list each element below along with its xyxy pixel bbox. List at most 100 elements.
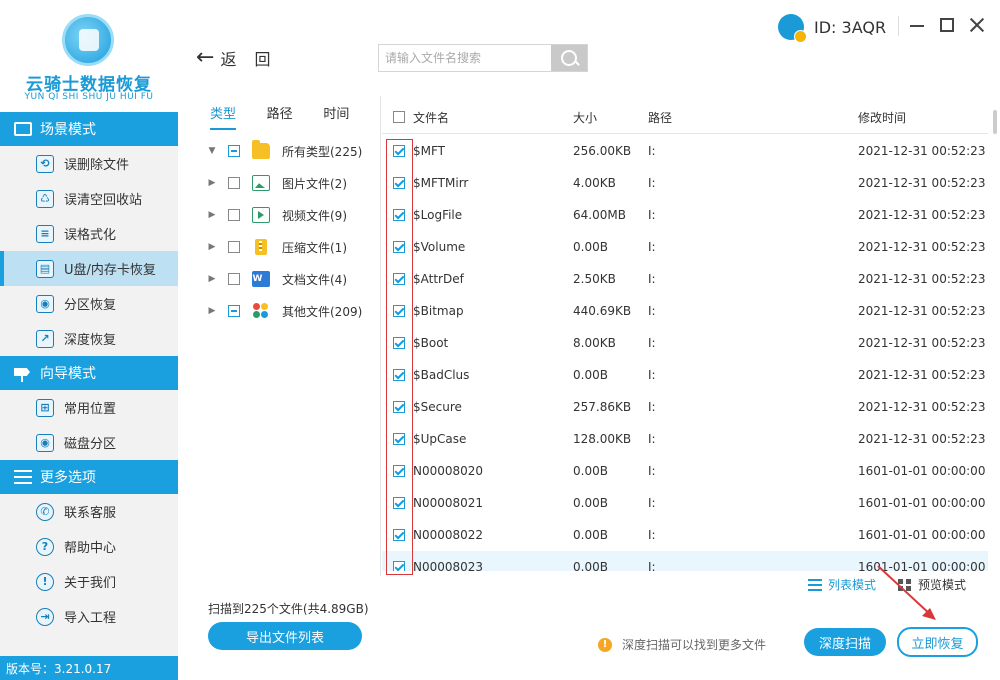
file-name: N00008023 xyxy=(413,560,483,571)
maximize-icon[interactable] xyxy=(936,14,958,36)
expand-arrow-icon[interactable]: ▶ xyxy=(206,242,218,252)
expand-arrow-icon[interactable]: ▶ xyxy=(206,274,218,284)
search-icon[interactable] xyxy=(551,45,587,71)
file-name: N00008022 xyxy=(413,528,483,542)
deep-scan-button[interactable]: 深度扫描 xyxy=(804,628,886,656)
zip-file-icon xyxy=(255,239,267,255)
table-row[interactable]: $Boot8.00KBI:2021-12-31 00:52:23 xyxy=(382,327,988,359)
expand-arrow-icon[interactable]: ▶ xyxy=(206,178,218,188)
tree-tab[interactable]: 类型 xyxy=(210,100,267,132)
header-modified[interactable]: 修改时间 xyxy=(858,109,906,126)
collapse-arrow-icon[interactable]: ▼ xyxy=(206,146,218,156)
header-name[interactable]: 文件名 xyxy=(413,109,449,126)
back-button[interactable]: ← 返回 xyxy=(196,46,288,70)
expand-arrow-icon[interactable]: ▶ xyxy=(206,306,218,316)
app-logo: 云骑士数据恢复 YUN QI SHI SHU JU HUI FU xyxy=(0,0,178,112)
format-icon: ≡ xyxy=(36,225,54,243)
table-row[interactable]: $AttrDef2.50KBI:2021-12-31 00:52:23 xyxy=(382,263,988,295)
sidebar-item[interactable]: ◉分区恢复 xyxy=(0,286,178,321)
table-row[interactable]: N000080220.00BI:1601-01-01 00:00:00 xyxy=(382,519,988,551)
row-checkbox[interactable] xyxy=(393,465,405,477)
table-row[interactable]: $Volume0.00BI:2021-12-31 00:52:23 xyxy=(382,231,988,263)
table-row[interactable]: $MFTMirr4.00KBI:2021-12-31 00:52:23 xyxy=(382,167,988,199)
sidebar: 云骑士数据恢复 YUN QI SHI SHU JU HUI FU 场景模式⟲误删… xyxy=(0,0,178,680)
sidebar-item[interactable]: ♺误清空回收站 xyxy=(0,181,178,216)
file-modified: 2021-12-31 00:52:23 xyxy=(858,336,985,350)
file-name: N00008021 xyxy=(413,496,483,510)
row-checkbox[interactable] xyxy=(393,369,405,381)
back-arrow-icon: ← xyxy=(196,48,214,68)
search-input[interactable] xyxy=(379,45,551,71)
usb-card-icon: ▤ xyxy=(36,260,54,278)
row-checkbox[interactable] xyxy=(393,497,405,509)
table-row[interactable]: N000080230.00BI:1601-01-01 00:00:00 xyxy=(382,551,988,571)
table-row[interactable]: $LogFile64.00MBI:2021-12-31 00:52:23 xyxy=(382,199,988,231)
row-checkbox[interactable] xyxy=(393,401,405,413)
tree-node-checkbox[interactable] xyxy=(228,241,240,253)
minimize-icon[interactable] xyxy=(906,14,928,36)
tree-node-label: 其他文件(209) xyxy=(282,303,362,320)
row-checkbox[interactable] xyxy=(393,241,405,253)
tree-node-checkbox[interactable] xyxy=(228,209,240,221)
tree-node[interactable]: ▶压缩文件(1) xyxy=(206,235,347,259)
row-checkbox[interactable] xyxy=(393,273,405,285)
tree-tab[interactable]: 路径 xyxy=(267,100,324,132)
header-path[interactable]: 路径 xyxy=(648,109,672,126)
sidebar-item[interactable]: ↗深度恢复 xyxy=(0,321,178,356)
preview-mode-toggle[interactable]: 预览模式 xyxy=(898,576,966,593)
tree-tabs: 类型路径时间 xyxy=(210,100,380,132)
tree-node[interactable]: ▶图片文件(2) xyxy=(206,171,347,195)
row-checkbox[interactable] xyxy=(393,433,405,445)
tree-node[interactable]: ▶文档文件(4) xyxy=(206,267,347,291)
table-row[interactable]: $UpCase128.00KBI:2021-12-31 00:52:23 xyxy=(382,423,988,455)
row-checkbox[interactable] xyxy=(393,561,405,571)
tree-node-checkbox[interactable] xyxy=(228,145,240,157)
table-scrollbar[interactable] xyxy=(993,110,997,134)
tree-node[interactable]: ▶视频文件(9) xyxy=(206,203,347,227)
tip-text: 深度扫描可以找到更多文件 xyxy=(622,636,766,653)
row-checkbox[interactable] xyxy=(393,529,405,541)
export-list-button[interactable]: 导出文件列表 xyxy=(208,622,362,650)
row-checkbox[interactable] xyxy=(393,337,405,349)
tree-node[interactable]: ▶ 其他文件(209) xyxy=(206,299,362,323)
table-row[interactable]: $Bitmap440.69KBI:2021-12-31 00:52:23 xyxy=(382,295,988,327)
table-row[interactable]: N000080200.00BI:1601-01-01 00:00:00 xyxy=(382,455,988,487)
sidebar-item[interactable]: ⇥导入工程 xyxy=(0,599,178,634)
header-size[interactable]: 大小 xyxy=(573,109,597,126)
sidebar-item[interactable]: ?帮助中心 xyxy=(0,529,178,564)
tree-node-checkbox[interactable] xyxy=(228,177,240,189)
file-size: 256.00KB xyxy=(573,144,631,158)
recover-now-button[interactable]: 立即恢复 xyxy=(897,627,978,657)
select-all-checkbox[interactable] xyxy=(393,111,405,123)
sidebar-item[interactable]: !关于我们 xyxy=(0,564,178,599)
expand-arrow-icon[interactable]: ▶ xyxy=(206,210,218,220)
row-checkbox[interactable] xyxy=(393,145,405,157)
row-checkbox[interactable] xyxy=(393,305,405,317)
tree-tab[interactable]: 时间 xyxy=(323,100,380,132)
sidebar-item[interactable]: ≡误格式化 xyxy=(0,216,178,251)
sidebar-item[interactable]: ⊞常用位置 xyxy=(0,390,178,425)
partition-icon: ◉ xyxy=(36,295,54,313)
list-view-icon xyxy=(808,579,822,591)
sidebar-item[interactable]: ✆联系客服 xyxy=(0,494,178,529)
tree-node-checkbox[interactable] xyxy=(228,273,240,285)
sidebar-item-label: 磁盘分区 xyxy=(64,433,116,452)
table-row[interactable]: $Secure257.86KBI:2021-12-31 00:52:23 xyxy=(382,391,988,423)
table-row[interactable]: $BadClus0.00BI:2021-12-31 00:52:23 xyxy=(382,359,988,391)
tree-node[interactable]: ▼所有类型(225) xyxy=(206,139,362,163)
sidebar-item[interactable]: ▤U盘/内存卡恢复 xyxy=(0,251,178,286)
list-mode-toggle[interactable]: 列表模式 xyxy=(808,576,876,593)
table-row[interactable]: $MFT256.00KBI:2021-12-31 00:52:23 xyxy=(382,135,988,167)
row-checkbox[interactable] xyxy=(393,177,405,189)
table-row[interactable]: N000080210.00BI:1601-01-01 00:00:00 xyxy=(382,487,988,519)
file-size: 8.00KB xyxy=(573,336,616,350)
tree-node-checkbox[interactable] xyxy=(228,305,240,317)
sidebar-item[interactable]: ⟲误删除文件 xyxy=(0,146,178,181)
user-info[interactable]: ID: 3AQR xyxy=(778,14,886,40)
sidebar-item[interactable]: ◉磁盘分区 xyxy=(0,425,178,460)
row-checkbox[interactable] xyxy=(393,209,405,221)
file-table: $MFT256.00KBI:2021-12-31 00:52:23$MFTMir… xyxy=(382,135,988,571)
close-icon[interactable] xyxy=(966,14,988,36)
info-icon: ! xyxy=(36,573,54,591)
file-path: I: xyxy=(648,208,656,222)
